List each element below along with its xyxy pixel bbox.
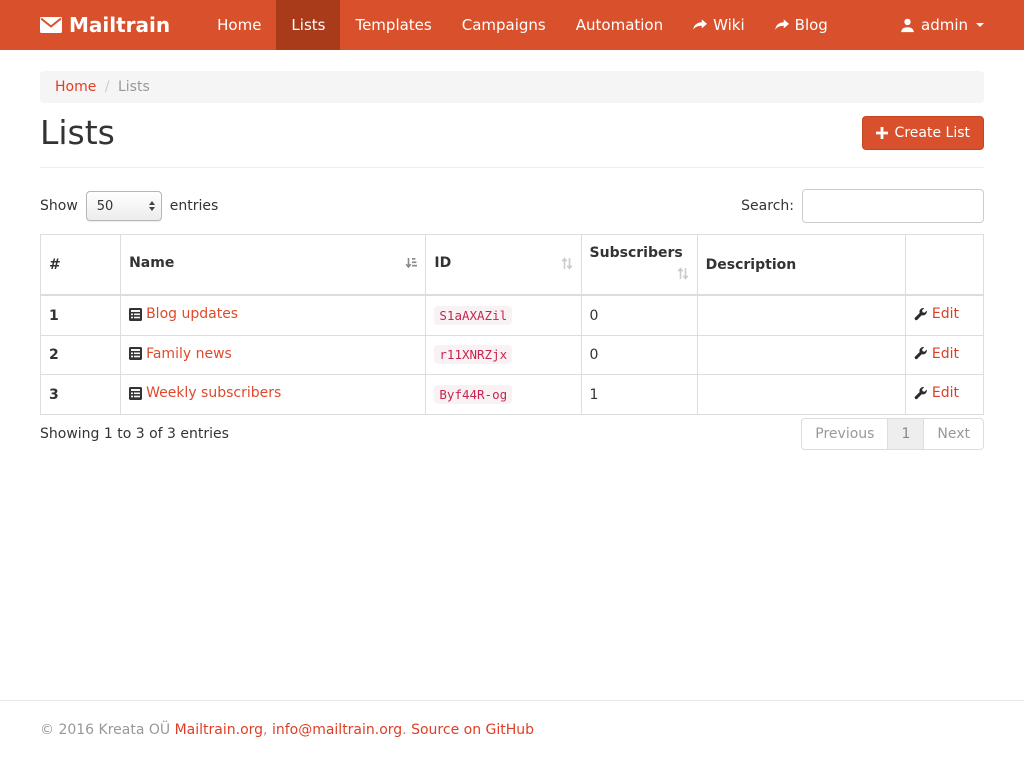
- subscriber-count: 1: [581, 375, 697, 415]
- header-actions: [905, 235, 983, 296]
- header-description[interactable]: Description: [697, 235, 905, 296]
- external-link-icon: [693, 19, 707, 31]
- sort-both-icon: [677, 266, 689, 286]
- page-footer: © 2016 Kreata OÜ Mailtrain.org, info@mai…: [0, 700, 1024, 768]
- nav-item-home[interactable]: Home: [202, 0, 276, 50]
- list-name: Family news: [146, 344, 232, 364]
- row-index: 1: [41, 295, 121, 335]
- search-input[interactable]: [802, 189, 984, 223]
- subscriber-count: 0: [581, 335, 697, 375]
- chevron-down-icon: [976, 23, 984, 27]
- github-source-link[interactable]: Source on GitHub: [411, 722, 534, 738]
- brand-label: Mailtrain: [69, 13, 170, 37]
- external-link-icon: [775, 19, 789, 31]
- header-name[interactable]: Name: [121, 235, 426, 296]
- create-list-button[interactable]: Create List: [862, 116, 984, 150]
- main-nav: Home Lists Templates Campaigns Automatio…: [202, 0, 843, 50]
- plus-icon: [876, 127, 888, 139]
- sort-both-icon: [561, 256, 573, 276]
- nav-item-campaigns[interactable]: Campaigns: [447, 0, 561, 50]
- entries-summary: Showing 1 to 3 of 3 entries: [40, 426, 229, 442]
- email-link[interactable]: info@mailtrain.org: [272, 722, 402, 738]
- sort-ascending-icon: [405, 256, 417, 276]
- edit-link[interactable]: Edit: [914, 304, 959, 324]
- list-id: r11XNRZjx: [434, 345, 512, 364]
- pagination-page-1[interactable]: 1: [887, 418, 924, 450]
- edit-label: Edit: [932, 304, 959, 324]
- nav-item-lists[interactable]: Lists: [276, 0, 340, 50]
- breadcrumb: Home / Lists: [40, 71, 984, 103]
- breadcrumb-home-link[interactable]: Home: [55, 79, 96, 95]
- description-cell: [697, 295, 905, 335]
- table-footer: Showing 1 to 3 of 3 entries Previous 1 N…: [40, 418, 984, 450]
- table-row: 3 Weekly subscribers Byf44R-og 1: [41, 375, 984, 415]
- copyright-text: © 2016 Kreata OÜ: [40, 722, 170, 738]
- navbar: Mailtrain Home Lists Templates Campaigns…: [0, 0, 1024, 50]
- list-id: Byf44R-og: [434, 385, 512, 404]
- edit-link[interactable]: Edit: [914, 383, 959, 403]
- page-header: Lists Create List: [40, 115, 984, 168]
- user-label: admin: [921, 16, 968, 34]
- lists-table: # Name ID: [40, 234, 984, 415]
- nav-item-automation[interactable]: Automation: [561, 0, 678, 50]
- description-cell: [697, 375, 905, 415]
- list-name-link[interactable]: Family news: [129, 344, 232, 364]
- row-index: 3: [41, 375, 121, 415]
- pagination-previous[interactable]: Previous: [801, 418, 888, 450]
- envelope-icon: [40, 17, 62, 33]
- list-name-link[interactable]: Blog updates: [129, 304, 238, 324]
- list-alt-icon: [129, 308, 142, 321]
- page-title: Lists: [40, 115, 115, 151]
- breadcrumb-divider: /: [101, 79, 114, 95]
- subscriber-count: 0: [581, 295, 697, 335]
- description-cell: [697, 335, 905, 375]
- edit-link[interactable]: Edit: [914, 344, 959, 364]
- search-box: Search:: [741, 189, 984, 223]
- user-menu[interactable]: admin: [900, 0, 984, 50]
- show-entries: Show 50 entries: [40, 191, 218, 221]
- header-id[interactable]: ID: [426, 235, 581, 296]
- nav-item-wiki[interactable]: Wiki: [678, 0, 760, 50]
- pagination-next[interactable]: Next: [923, 418, 984, 450]
- user-icon: [900, 18, 915, 33]
- wrench-icon: [914, 308, 927, 321]
- show-label: Show: [40, 198, 78, 214]
- entries-label: entries: [170, 198, 219, 214]
- table-row: 2 Family news r11XNRZjx 0: [41, 335, 984, 375]
- wrench-icon: [914, 387, 927, 400]
- brand-link[interactable]: Mailtrain: [40, 0, 180, 50]
- row-index: 2: [41, 335, 121, 375]
- table-body: 1 Blog updates S1aAXAZil 0: [41, 295, 984, 414]
- list-alt-icon: [129, 347, 142, 360]
- table-header-row: # Name ID: [41, 235, 984, 296]
- list-name-link[interactable]: Weekly subscribers: [129, 383, 281, 403]
- list-name: Weekly subscribers: [146, 383, 281, 403]
- create-list-label: Create List: [895, 125, 970, 141]
- header-index[interactable]: #: [41, 235, 121, 296]
- list-alt-icon: [129, 387, 142, 400]
- select-stepper-icon: [149, 201, 155, 211]
- wrench-icon: [914, 347, 927, 360]
- list-id: S1aAXAZil: [434, 306, 512, 325]
- nav-item-blog[interactable]: Blog: [760, 0, 843, 50]
- page-size-value: 50: [97, 199, 114, 214]
- edit-label: Edit: [932, 383, 959, 403]
- table-controls: Show 50 entries Search:: [40, 189, 984, 223]
- search-label: Search:: [741, 198, 794, 214]
- edit-label: Edit: [932, 344, 959, 364]
- list-name: Blog updates: [146, 304, 238, 324]
- table-row: 1 Blog updates S1aAXAZil 0: [41, 295, 984, 335]
- mailtrain-org-link[interactable]: Mailtrain.org: [175, 722, 263, 738]
- pagination: Previous 1 Next: [801, 418, 984, 450]
- header-subscribers[interactable]: Subscribers: [581, 235, 697, 296]
- breadcrumb-current: Lists: [118, 79, 150, 95]
- nav-item-templates[interactable]: Templates: [340, 0, 446, 50]
